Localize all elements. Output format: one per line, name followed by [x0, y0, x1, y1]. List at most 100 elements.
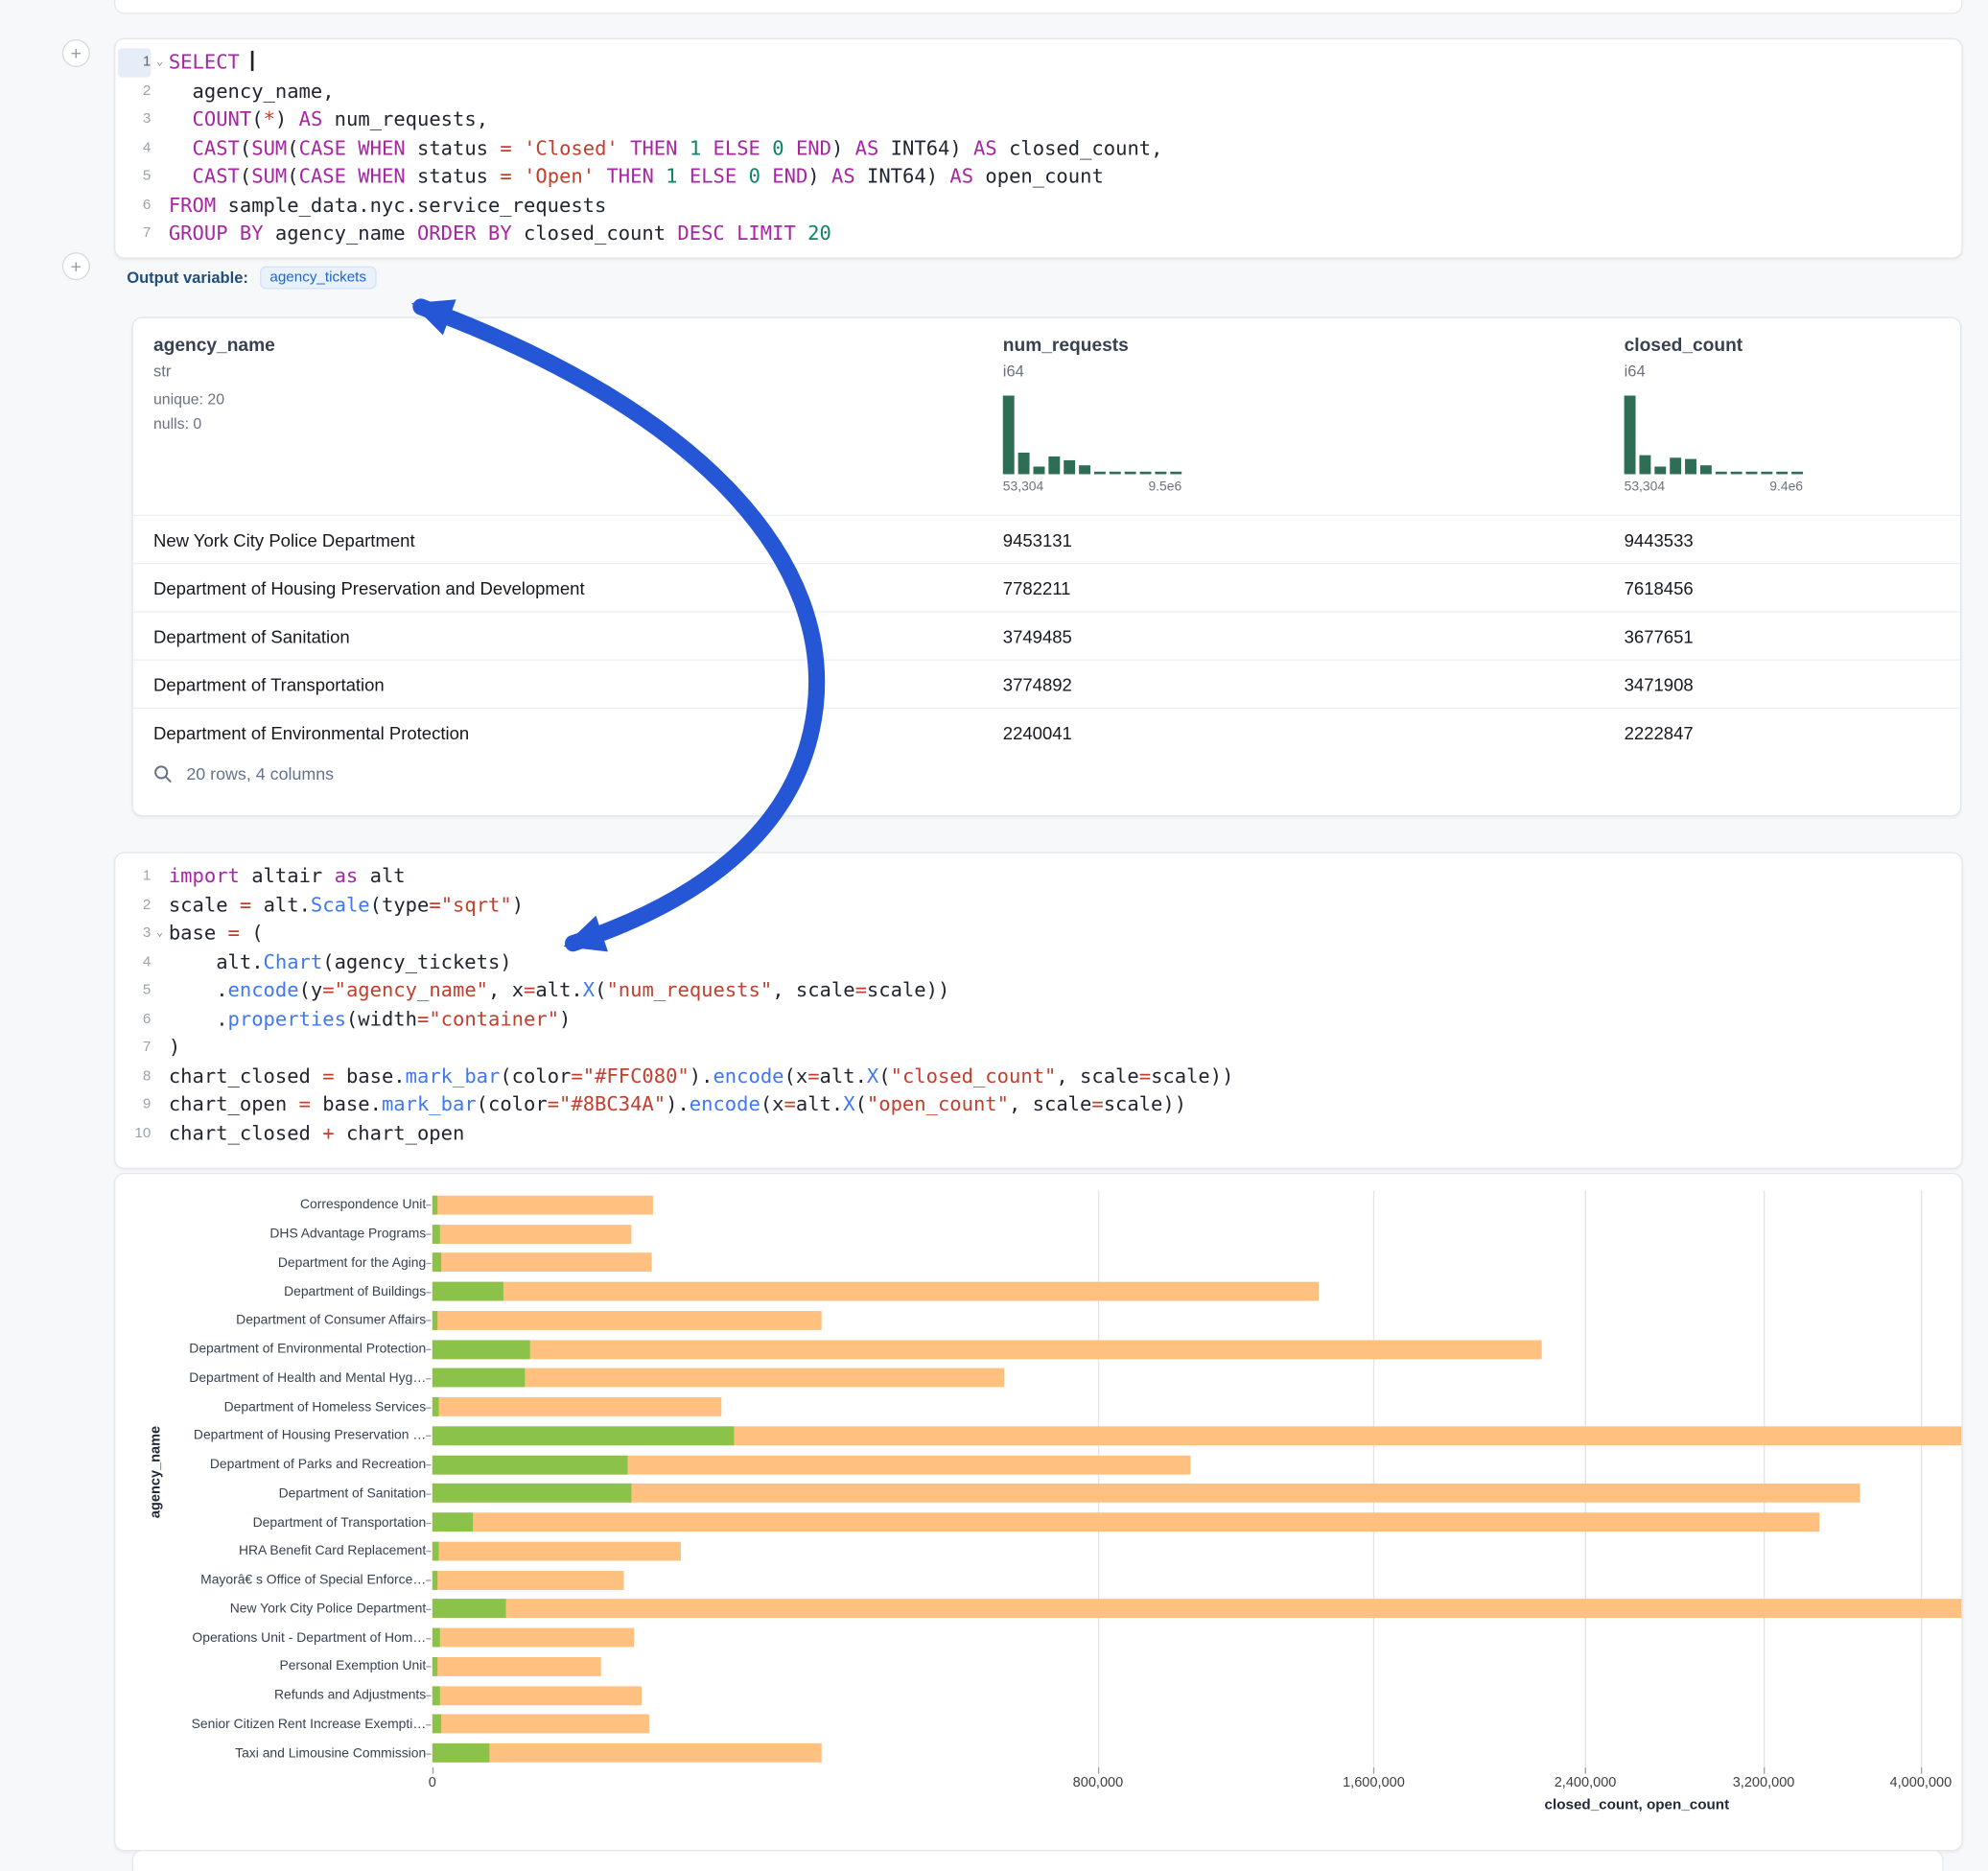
code-line[interactable]: 5 CAST(SUM(CASE WHEN status = 'Open' THE…: [118, 162, 1961, 191]
open-count-bar[interactable]: [433, 1600, 505, 1619]
add-cell-button-below[interactable]: +: [62, 252, 90, 280]
closed-count-bar[interactable]: [433, 1196, 653, 1215]
open-count-bar[interactable]: [433, 1397, 439, 1416]
code-token: base: [169, 922, 228, 945]
search-icon[interactable]: [153, 764, 173, 783]
code-line[interactable]: 3 COUNT(*) AS num_requests,: [118, 105, 1961, 134]
code-token: Scale: [311, 893, 370, 916]
open-count-bar[interactable]: [433, 1571, 437, 1590]
line-number: 1: [118, 862, 151, 891]
chart-x-axis-title: closed_count, open_count: [1447, 1798, 1828, 1813]
column-header[interactable]: agency_namestrunique: 20nulls: 0: [153, 336, 275, 432]
code-token: , scale: [772, 979, 854, 1002]
open-count-bar[interactable]: [433, 1426, 734, 1445]
code-line[interactable]: 6FROM sample_data.nyc.service_requests: [118, 191, 1961, 220]
table-row[interactable]: Department of Transportation377489234719…: [133, 659, 1960, 707]
add-cell-button-top[interactable]: +: [62, 39, 90, 67]
code-line[interactable]: 5 .encode(y="agency_name", x=alt.X("num_…: [118, 976, 1961, 1005]
column-header[interactable]: closed_counti6453,3049.4e6: [1625, 336, 1803, 494]
sql-editor-cell[interactable]: 1⌄SELECT 2 agency_name,3 COUNT(*) AS num…: [114, 38, 1963, 259]
fold-caret-icon[interactable]: ⌄: [151, 920, 169, 948]
open-count-bar[interactable]: [433, 1225, 440, 1244]
y-tick-label: Operations Unit - Department of Hom…: [166, 1630, 426, 1646]
code-line[interactable]: 3⌄base = (: [118, 920, 1961, 948]
code-line[interactable]: 4 alt.Chart(agency_tickets): [118, 947, 1961, 976]
open-count-bar[interactable]: [433, 1686, 440, 1705]
hist-bar: [1761, 472, 1772, 475]
closed-count-bar[interactable]: [433, 1542, 681, 1561]
column-histogram[interactable]: [1003, 395, 1181, 474]
code-line[interactable]: 8chart_closed = base.mark_bar(color="#FF…: [118, 1062, 1961, 1090]
sql-code-editor[interactable]: 1⌄SELECT 2 agency_name,3 COUNT(*) AS num…: [115, 39, 1961, 254]
table-row[interactable]: Department of Sanitation37494853677651: [133, 611, 1960, 659]
open-count-bar[interactable]: [433, 1340, 530, 1359]
code-line[interactable]: 7GROUP BY agency_name ORDER BY closed_co…: [118, 220, 1961, 248]
code-line[interactable]: 2scale = alt.Scale(type="sqrt"): [118, 891, 1961, 920]
code-line[interactable]: 10chart_closed + chart_open: [118, 1119, 1961, 1148]
column-stat: nulls: 0: [153, 414, 275, 433]
code-line[interactable]: 1⌄SELECT: [118, 48, 1961, 77]
open-count-bar[interactable]: [433, 1282, 503, 1301]
closed-count-bar[interactable]: [433, 1225, 631, 1244]
open-count-bar[interactable]: [433, 1657, 437, 1676]
code-line[interactable]: 1import altair as alt: [118, 862, 1961, 891]
code-token: [169, 107, 193, 130]
open-count-bar[interactable]: [433, 1512, 473, 1532]
code-text: FROM sample_data.nyc.service_requests: [169, 191, 606, 220]
closed-count-bar[interactable]: [433, 1253, 652, 1273]
column-histogram[interactable]: [1625, 395, 1803, 474]
code-token: chart_open: [335, 1121, 465, 1144]
closed-count-bar[interactable]: [433, 1686, 642, 1705]
open-count-bar[interactable]: [433, 1196, 437, 1215]
closed-count-bar[interactable]: [433, 1715, 649, 1734]
open-count-bar[interactable]: [433, 1743, 490, 1763]
table-row[interactable]: New York City Police Department945313194…: [133, 515, 1960, 563]
open-count-bar[interactable]: [433, 1368, 526, 1388]
closed-count-bar[interactable]: [433, 1397, 722, 1416]
closed-count-bar[interactable]: [433, 1282, 1320, 1301]
code-line[interactable]: 4 CAST(SUM(CASE WHEN status = 'Closed' T…: [118, 133, 1961, 162]
python-code-editor[interactable]: 1import altair as alt2scale = alt.Scale(…: [115, 854, 1961, 1154]
closed-count-bar[interactable]: [433, 1340, 1542, 1359]
column-header[interactable]: num_requestsi6453,3049.5e6: [1003, 336, 1181, 494]
code-line[interactable]: 9chart_open = base.mark_bar(color="#8BC3…: [118, 1090, 1961, 1119]
open-count-bar[interactable]: [433, 1628, 440, 1648]
chart-gridline: [1764, 1190, 1765, 1767]
code-token: 1: [666, 165, 677, 188]
closed-count-bar[interactable]: [433, 1628, 634, 1648]
table-row[interactable]: Department of Housing Preservation and D…: [133, 563, 1960, 611]
open-count-bar[interactable]: [433, 1311, 437, 1330]
closed-count-bar[interactable]: [433, 1311, 822, 1330]
line-number: 4: [118, 947, 151, 976]
code-line[interactable]: 2 agency_name,: [118, 77, 1961, 105]
code-line[interactable]: 7): [118, 1034, 1961, 1063]
code-token: (: [240, 136, 251, 159]
open-count-bar[interactable]: [433, 1484, 632, 1503]
fold-caret-icon[interactable]: ⌄: [151, 48, 169, 77]
code-token: INT64): [878, 136, 973, 159]
hist-bar: [1034, 467, 1045, 474]
code-token: 1: [690, 136, 701, 159]
open-count-bar[interactable]: [433, 1542, 439, 1561]
closed-count-bar[interactable]: [433, 1484, 1859, 1503]
table-row[interactable]: Department of Environmental Protection22…: [133, 708, 1960, 756]
open-count-bar[interactable]: [433, 1455, 628, 1474]
closed-count-bar[interactable]: [433, 1600, 1963, 1619]
code-token: =: [855, 979, 867, 1002]
closed-count-bar[interactable]: [433, 1657, 600, 1676]
code-token: 'Closed': [524, 136, 619, 159]
y-tick-label: Department of Buildings: [166, 1284, 426, 1299]
closed-count-bar[interactable]: [433, 1571, 623, 1590]
y-tick-label: Department of Consumer Affairs: [166, 1313, 426, 1328]
x-tick-label: 2,400,000: [1529, 1775, 1643, 1790]
y-tick-label: Department of Transportation: [166, 1514, 426, 1530]
open-count-bar[interactable]: [433, 1253, 442, 1273]
code-line[interactable]: 6 .properties(width="container"): [118, 1005, 1961, 1034]
code-token: FROM: [169, 194, 216, 217]
output-variable-chip[interactable]: agency_tickets: [260, 267, 377, 290]
python-editor-cell[interactable]: 1import altair as alt2scale = alt.Scale(…: [114, 852, 1963, 1169]
open-count-bar[interactable]: [433, 1715, 442, 1734]
closed-count-bar[interactable]: [433, 1512, 1819, 1532]
closed-count-bar[interactable]: [433, 1743, 822, 1763]
code-token: (type: [370, 893, 430, 916]
